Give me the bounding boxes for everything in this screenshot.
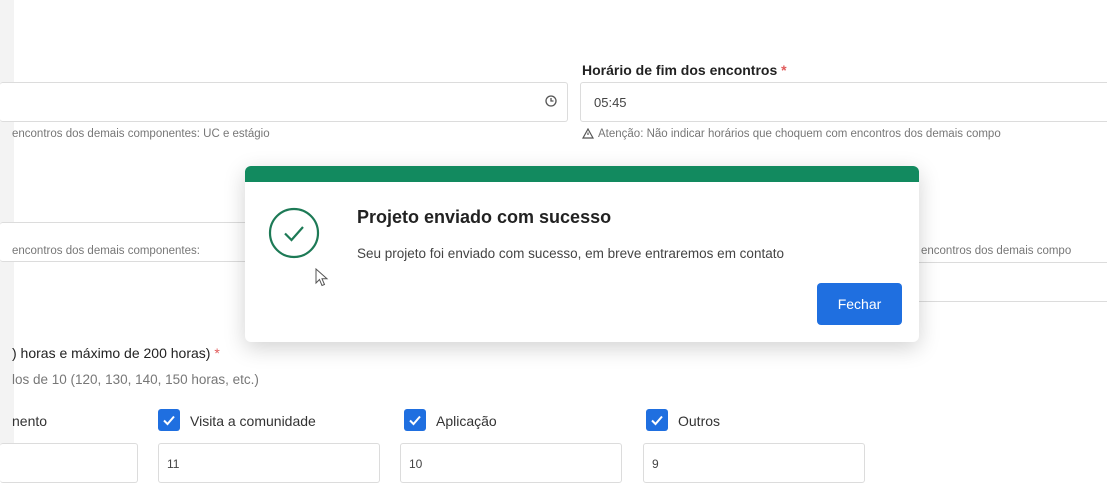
end-time-label: Horário de fim dos encontros *: [582, 62, 787, 78]
activity-value-outros: 9: [652, 457, 659, 471]
end-time-label-text: Horário de fim dos encontros: [582, 62, 778, 78]
modal-accent-bar: [245, 166, 919, 182]
success-modal: Projeto enviado com sucesso Seu projeto …: [245, 166, 919, 342]
end-time-hint: Atenção: Não indicar horários que choque…: [581, 127, 1001, 142]
start-time-hint: encontros dos demais componentes: UC e e…: [12, 128, 270, 140]
end-time-value: 05:45: [594, 95, 627, 110]
activity-label-visita: Visita a comunidade: [190, 413, 316, 429]
close-button[interactable]: Fechar: [817, 283, 902, 325]
activity-label-aplicacao: Aplicação: [436, 413, 497, 429]
hours-label-text: ) horas e máximo de 200 horas): [12, 345, 211, 361]
hours-label: ) horas e máximo de 200 horas) *: [12, 345, 220, 361]
checkbox-checked-icon[interactable]: [404, 409, 426, 431]
required-mark: *: [781, 62, 787, 78]
activity-label-outros: Outros: [678, 413, 721, 429]
second-end-hint: encontros dos demais compo: [921, 245, 1072, 257]
activity-input-partial[interactable]: [0, 443, 138, 483]
modal-title: Projeto enviado com sucesso: [357, 207, 612, 227]
warning-triangle-icon: [581, 127, 595, 142]
activity-value-aplicacao: 10: [409, 457, 423, 471]
activity-label-partial: nento: [12, 413, 48, 429]
checkbox-checked-icon[interactable]: [646, 409, 668, 431]
end-time-hint-text: Atenção: Não indicar horários que choque…: [598, 128, 1001, 140]
activity-input-visita[interactable]: 11: [158, 443, 380, 483]
modal-message: Seu projeto foi enviado com sucesso, em …: [357, 246, 784, 261]
second-end-input[interactable]: [912, 262, 1107, 302]
required-mark: *: [214, 345, 220, 361]
activity-input-outros[interactable]: 9: [643, 443, 865, 483]
activity-value-visita: 11: [167, 457, 180, 471]
check-circle-icon: [267, 206, 321, 260]
start-time-input[interactable]: [0, 82, 568, 122]
clock-icon[interactable]: [545, 95, 557, 110]
checkbox-checked-icon[interactable]: [158, 409, 180, 431]
mouse-cursor-icon: [315, 267, 329, 293]
hours-hint: los de 10 (120, 130, 140, 150 horas, etc…: [12, 372, 259, 387]
activity-input-aplicacao[interactable]: 10: [400, 443, 622, 483]
second-start-hint: encontros dos demais componentes:: [12, 245, 200, 257]
end-time-input[interactable]: 05:45: [580, 82, 1107, 122]
